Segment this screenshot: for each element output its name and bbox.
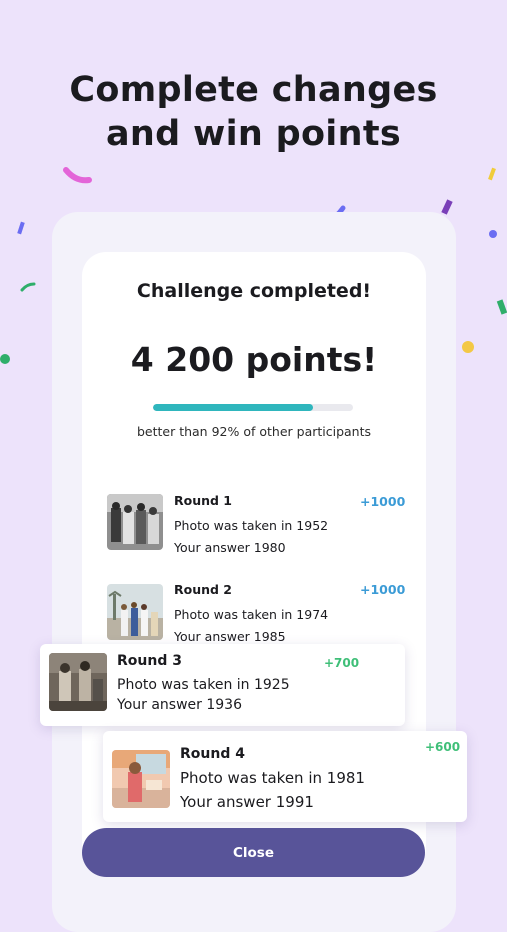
- challenge-completed-title: Challenge completed!: [136, 280, 372, 302]
- round-answer-year: Your answer 1985: [174, 629, 286, 644]
- round-photo-year: Photo was taken in 1925: [117, 677, 290, 693]
- round-title: Round 2: [174, 582, 233, 597]
- round-4-floating-card: Round 4 Photo was taken in 1981 Your ans…: [103, 731, 467, 822]
- round-photo-thumbnail: [107, 494, 163, 550]
- round-photo-thumbnail: [107, 584, 163, 640]
- round-title: Round 1: [174, 493, 233, 508]
- close-button[interactable]: Close: [82, 828, 425, 877]
- round-score: +700: [324, 656, 360, 670]
- round-photo-thumbnail: [112, 750, 170, 808]
- headline-line-1: Complete changes: [69, 70, 438, 110]
- round-title: Round 4: [180, 746, 245, 762]
- round-answer-year: Your answer 1936: [117, 697, 242, 713]
- round-score: +600: [425, 740, 461, 754]
- round-photo-year: Photo was taken in 1952: [174, 518, 329, 533]
- round-photo-thumbnail: [49, 653, 107, 711]
- ranking-text: better than 92% of other participants: [136, 424, 372, 439]
- round-title: Round 3: [117, 653, 182, 669]
- round-score: +1000: [360, 582, 406, 597]
- round-3-floating-card: Round 3 Photo was taken in 1925 Your ans…: [40, 644, 405, 726]
- score-progress-bar: [153, 404, 353, 411]
- round-answer-year: Your answer 1980: [174, 540, 286, 555]
- round-photo-year: Photo was taken in 1974: [174, 607, 329, 622]
- round-answer-year: Your answer 1991: [180, 793, 314, 811]
- round-score: +1000: [360, 494, 406, 509]
- points-total: 4 200 points!: [130, 340, 378, 379]
- round-photo-year: Photo was taken in 1981: [180, 769, 365, 787]
- score-progress-fill: [153, 404, 313, 411]
